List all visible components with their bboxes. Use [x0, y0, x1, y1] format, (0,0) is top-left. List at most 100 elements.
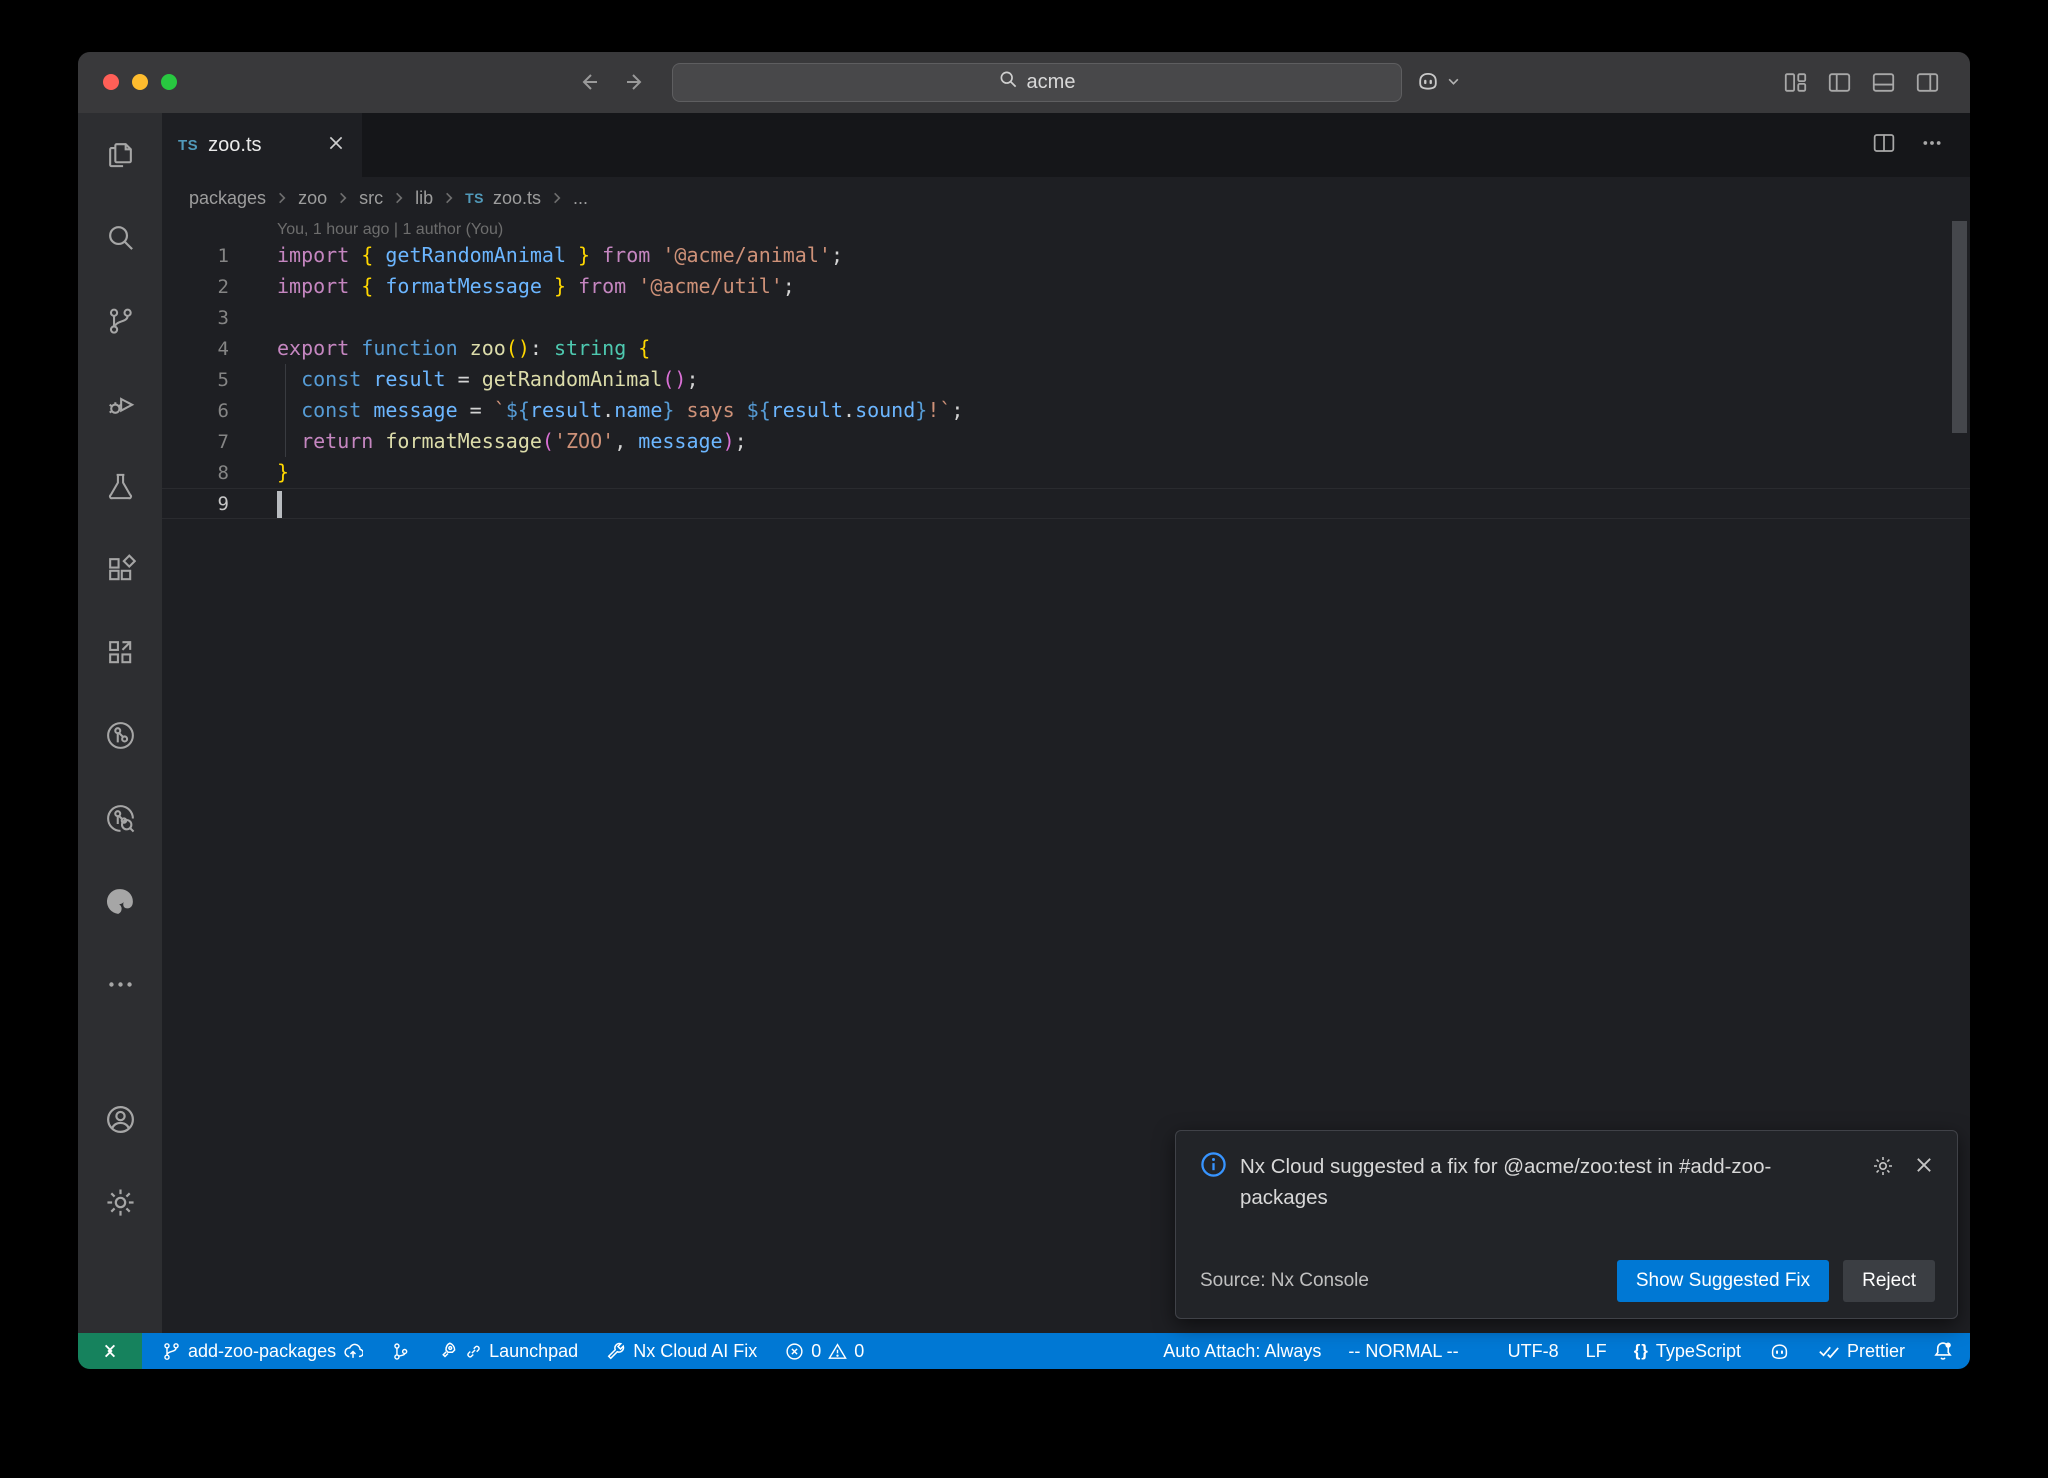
vscode-window: acme	[78, 52, 1970, 1369]
code-line-2: 2import { formatMessage } from '@acme/ut…	[162, 271, 1970, 302]
info-icon	[1200, 1151, 1227, 1213]
vim-mode-item[interactable]: -- NORMAL --	[1348, 1341, 1458, 1362]
breadcrumb: packages zoo src lib TS zoo.ts ...	[162, 177, 1970, 219]
breadcrumb-item[interactable]: src	[359, 188, 383, 209]
back-arrow-icon[interactable]	[578, 70, 602, 94]
close-tab-icon[interactable]	[326, 133, 346, 158]
traffic-lights	[103, 74, 177, 90]
tab-label: zoo.ts	[208, 134, 261, 157]
more-views-icon[interactable]	[105, 969, 136, 1000]
explorer-icon[interactable]	[105, 139, 136, 170]
text-cursor	[277, 491, 282, 518]
copilot-menu[interactable]	[1415, 68, 1460, 99]
branch-name: add-zoo-packages	[188, 1341, 336, 1362]
close-window-button[interactable]	[103, 74, 119, 90]
minimize-window-button[interactable]	[132, 74, 148, 90]
code-line-8: 8}	[162, 457, 1970, 488]
code-line-1: 1import { getRandomAnimal } from '@acme/…	[162, 240, 1970, 271]
breadcrumb-item[interactable]: packages	[189, 188, 266, 209]
language-label: TypeScript	[1656, 1341, 1741, 1362]
toggle-primary-sidebar-icon[interactable]	[1827, 70, 1852, 95]
breadcrumb-item[interactable]: zoo	[298, 188, 327, 209]
tab-zoo-ts[interactable]: TS zoo.ts	[162, 113, 362, 177]
prettier-item[interactable]: Prettier	[1818, 1340, 1905, 1362]
line-number: 7	[162, 431, 229, 453]
source-control-graph-item[interactable]	[391, 1342, 410, 1361]
notification-toast: Nx Cloud suggested a fix for @acme/zoo:t…	[1175, 1130, 1958, 1319]
tab-bar: TS zoo.ts	[162, 113, 1970, 177]
encoding-item[interactable]: UTF-8	[1508, 1341, 1559, 1362]
chevron-right-icon	[392, 191, 406, 205]
nx-console-icon[interactable]	[105, 637, 136, 668]
vertical-scrollbar[interactable]	[1952, 221, 1967, 433]
run-debug-icon[interactable]	[105, 388, 136, 419]
more-actions-icon[interactable]	[1920, 131, 1944, 160]
search-sidebar-icon[interactable]	[105, 222, 136, 253]
copilot-icon	[1415, 68, 1441, 99]
gitlens-launchpad-item[interactable]: Launchpad	[438, 1341, 578, 1362]
customize-layout-icon[interactable]	[1783, 70, 1808, 95]
eol-item[interactable]: LF	[1586, 1341, 1607, 1362]
toggle-secondary-sidebar-icon[interactable]	[1915, 70, 1940, 95]
toggle-panel-icon[interactable]	[1871, 70, 1896, 95]
testing-icon[interactable]	[105, 471, 136, 502]
breadcrumb-item[interactable]: lib	[415, 188, 433, 209]
line-number: 4	[162, 338, 229, 360]
line-number: 8	[162, 462, 229, 484]
search-icon	[999, 70, 1018, 95]
code-line-9-current: 9	[162, 488, 1970, 519]
line-number: 1	[162, 245, 229, 267]
code-line-3: 3	[162, 302, 1970, 333]
auto-attach-item[interactable]: Auto Attach: Always	[1163, 1341, 1321, 1362]
chevron-right-icon	[442, 191, 456, 205]
show-suggested-fix-button[interactable]: Show Suggested Fix	[1617, 1260, 1829, 1302]
braces-icon: {}	[1634, 1341, 1649, 1361]
edge-browser-icon[interactable]	[104, 886, 137, 917]
breadcrumb-file[interactable]: zoo.ts	[493, 188, 541, 209]
notification-close-icon[interactable]	[1913, 1154, 1935, 1181]
git-branch-item[interactable]: add-zoo-packages	[162, 1341, 363, 1362]
line-number: 9	[162, 493, 229, 515]
prettier-label: Prettier	[1847, 1341, 1905, 1362]
warning-count: 0	[854, 1341, 864, 1362]
indent-guide	[285, 364, 286, 457]
zoom-window-button[interactable]	[161, 74, 177, 90]
command-center-search[interactable]: acme	[672, 63, 1402, 102]
language-mode-item[interactable]: {} TypeScript	[1634, 1341, 1741, 1362]
code-line-6: 6 const message = `${result.name} says $…	[162, 395, 1970, 426]
activity-bar	[78, 113, 162, 1333]
split-editor-icon[interactable]	[1872, 131, 1896, 160]
breadcrumb-more[interactable]: ...	[573, 188, 588, 209]
gitlens-inspect-icon[interactable]	[104, 803, 137, 834]
line-number: 2	[162, 276, 229, 298]
line-number: 6	[162, 400, 229, 422]
source-control-icon[interactable]	[105, 305, 136, 336]
code-line-5: 5 const result = getRandomAnimal();	[162, 364, 1970, 395]
launchpad-label: Launchpad	[489, 1341, 578, 1362]
remote-indicator[interactable]	[78, 1333, 142, 1369]
status-bar: add-zoo-packages Launchpad Nx Cloud AI F…	[78, 1333, 1970, 1369]
extensions-icon[interactable]	[105, 554, 136, 585]
forward-arrow-icon[interactable]	[622, 70, 646, 94]
settings-gear-icon[interactable]	[104, 1187, 137, 1218]
code-line-7: 7 return formatMessage('ZOO', message);	[162, 426, 1970, 457]
chevron-down-icon	[1447, 75, 1460, 93]
typescript-file-icon: TS	[465, 190, 484, 206]
gitlens-icon[interactable]	[104, 720, 137, 751]
reject-button[interactable]: Reject	[1843, 1260, 1935, 1302]
line-number: 5	[162, 369, 229, 391]
problems-item[interactable]: 0 0	[785, 1341, 864, 1362]
gitlens-blame-annotation[interactable]: You, 1 hour ago | 1 author (You)	[277, 219, 1970, 240]
notification-source: Source: Nx Console	[1200, 1270, 1369, 1292]
line-number: 3	[162, 307, 229, 329]
copilot-status-item[interactable]	[1768, 1340, 1791, 1363]
notification-settings-gear-icon[interactable]	[1871, 1154, 1895, 1183]
account-icon[interactable]	[104, 1104, 137, 1135]
title-bar: acme	[78, 52, 1970, 113]
error-count: 0	[811, 1341, 821, 1362]
nx-cloud-ai-fix-item[interactable]: Nx Cloud AI Fix	[606, 1341, 757, 1362]
notifications-bell-item[interactable]	[1932, 1340, 1954, 1362]
notification-message: Nx Cloud suggested a fix for @acme/zoo:t…	[1240, 1151, 1858, 1213]
chevron-right-icon	[336, 191, 350, 205]
search-value: acme	[1027, 71, 1076, 94]
